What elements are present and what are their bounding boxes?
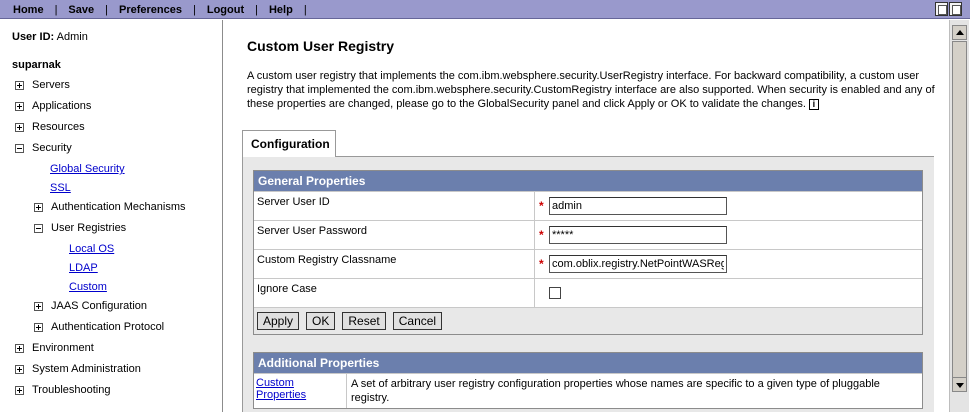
custom-properties-description: A set of arbitrary user registry configu… [351, 378, 880, 404]
nav-item-applications[interactable]: Applications [15, 98, 91, 114]
expand-icon[interactable] [15, 343, 24, 353]
collapse-icon[interactable] [15, 143, 24, 153]
server-user-password-label: Server User Password [254, 221, 535, 249]
user-id: User ID: Admin [12, 31, 88, 43]
expand-icon[interactable] [15, 80, 24, 90]
info-icon[interactable]: i [808, 98, 819, 110]
reset-button[interactable]: Reset [342, 312, 386, 330]
nav-item-security[interactable]: Security [15, 140, 72, 156]
menu-preferences[interactable]: Preferences [108, 4, 193, 16]
nav-item-troubleshooting[interactable]: Troubleshooting [15, 382, 110, 398]
required-marker: * [539, 257, 544, 271]
collapse-icon[interactable] [34, 223, 43, 233]
nav-item-system-administration[interactable]: System Administration [15, 361, 141, 377]
menu-help[interactable]: Help [258, 4, 304, 16]
main-menu: Home | Save | Preferences | Logout | Help | [2, 0, 307, 19]
menu-logout[interactable]: Logout [196, 4, 255, 16]
menu-home[interactable]: Home [2, 4, 55, 16]
ignore-case-checkbox[interactable] [549, 287, 561, 299]
expand-icon[interactable] [34, 322, 43, 332]
nav-item-jaas-configuration[interactable]: JAAS Configuration [34, 298, 147, 314]
server-user-id-row: Server User ID * [254, 191, 922, 220]
expand-icon[interactable] [34, 301, 43, 311]
nav-item-authentication-protocol[interactable]: Authentication Protocol [34, 319, 164, 335]
server-user-id-input[interactable] [549, 197, 727, 215]
general-properties-heading: General Properties [254, 171, 922, 191]
nav-item-ldap[interactable]: LDAP [69, 260, 98, 276]
nav-item-global-security[interactable]: Global Security [50, 161, 125, 177]
button-bar: Apply OK Reset Cancel [254, 307, 922, 334]
server-user-password-row: Server User Password * [254, 220, 922, 249]
nav-item-user-registries[interactable]: User Registries [34, 220, 126, 236]
menu-separator: | [303, 3, 307, 16]
nav-item-authentication-mechanisms[interactable]: Authentication Mechanisms [34, 199, 186, 215]
page-icon[interactable] [949, 2, 962, 16]
required-marker: * [539, 228, 544, 242]
page-description: A custom user registry that implements t… [247, 70, 935, 110]
menu-save[interactable]: Save [57, 4, 105, 16]
ignore-case-row: Ignore Case [254, 278, 922, 307]
additional-properties-heading: Additional Properties [254, 353, 922, 373]
apply-button[interactable]: Apply [257, 312, 300, 330]
page-title: Custom User Registry [247, 38, 395, 54]
registry-classname-row: Custom Registry Classname * [254, 249, 922, 278]
server-user-id-label: Server User ID [254, 192, 535, 220]
top-icons [935, 2, 962, 16]
nav-item-servers[interactable]: Servers [15, 77, 70, 93]
server-user-password-input[interactable] [549, 226, 727, 244]
registry-classname-input[interactable] [549, 255, 727, 273]
expand-icon[interactable] [15, 385, 24, 395]
expand-icon[interactable] [34, 202, 43, 212]
scroll-down-icon[interactable] [952, 377, 967, 392]
scroll-thumb[interactable] [952, 41, 967, 386]
expand-icon[interactable] [15, 101, 24, 111]
print-icon[interactable] [935, 2, 948, 16]
ignore-case-label: Ignore Case [254, 279, 535, 307]
scroll-up-icon[interactable] [952, 25, 967, 40]
required-marker: * [539, 199, 544, 213]
nav-item-environment[interactable]: Environment [15, 340, 94, 356]
nav-item-custom[interactable]: Custom [69, 279, 107, 295]
nav-item-local-os[interactable]: Local OS [69, 241, 114, 257]
node-name: suparnak [12, 59, 61, 71]
nav-item-resources[interactable]: Resources [15, 119, 85, 135]
vertical-scrollbar[interactable] [949, 20, 969, 412]
configuration-panel: General Properties Server User ID * Serv… [242, 156, 934, 412]
cancel-button[interactable]: Cancel [392, 312, 443, 330]
content-pane: Custom User Registry A custom user regis… [224, 20, 948, 412]
tab-configuration[interactable]: Configuration [242, 130, 336, 157]
additional-properties-section: Additional Properties Custom Properties … [253, 352, 923, 409]
ok-button[interactable]: OK [306, 312, 336, 330]
custom-properties-link[interactable]: Custom Properties [256, 377, 306, 401]
top-menu-bar: Home | Save | Preferences | Logout | Help | [0, 0, 970, 19]
nav-item-ssl[interactable]: SSL [50, 180, 71, 196]
general-properties-section: General Properties Server User ID * Serv… [253, 170, 923, 335]
registry-classname-label: Custom Registry Classname [254, 250, 535, 278]
navigation-tree: User ID: Admin suparnak Servers Applicat… [0, 20, 223, 412]
expand-icon[interactable] [15, 364, 24, 374]
expand-icon[interactable] [15, 122, 24, 132]
custom-properties-row: Custom Properties A set of arbitrary use… [254, 373, 922, 408]
